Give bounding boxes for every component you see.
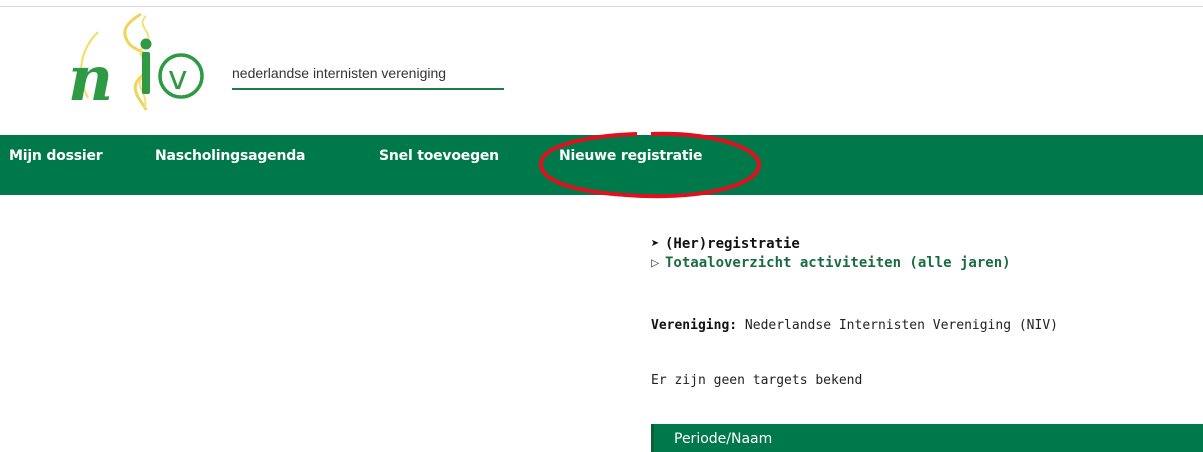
vereniging-value: Nederlandse Internisten Vereniging (NIV)	[744, 318, 1058, 333]
registration-panel: ➤ (Her)registratie ▷ Totaaloverzicht activ…	[651, 236, 1203, 274]
vereniging-label: Vereniging:	[651, 318, 738, 333]
column-header-periode-naam[interactable]: Periode/Naam	[674, 431, 772, 447]
logo-tagline: nederlandse internisten vereniging	[232, 65, 447, 81]
arrow-right-filled-icon: ➤	[651, 236, 660, 252]
link-totaaloverzicht[interactable]: ▷ Totaaloverzicht activiteiten (alle jare…	[651, 255, 1203, 274]
vereniging-info: Vereniging: Nederlandse Internisten Vere…	[651, 318, 1058, 333]
niv-logo[interactable]: n v nederlandse internisten vereniging	[58, 12, 518, 112]
nav-nieuwe-registratie[interactable]: Nieuwe registratie	[559, 148, 702, 164]
svg-text:n: n	[68, 42, 113, 112]
targets-message: Er zijn geen targets bekend	[651, 373, 863, 388]
table-header-accent	[651, 424, 654, 452]
nav-snel-toevoegen[interactable]: Snel toevoegen	[379, 148, 499, 164]
main-navbar: Mijn dossier Nascholingsagenda Snel toev…	[0, 135, 1203, 195]
nav-mijn-dossier[interactable]: Mijn dossier	[9, 148, 103, 164]
niv-logo-mark: n v	[68, 12, 204, 112]
nav-nascholingsagenda[interactable]: Nascholingsagenda	[155, 148, 306, 164]
link-herregistratie[interactable]: ➤ (Her)registratie	[651, 236, 1203, 255]
table-header: Periode/Naam	[651, 424, 1203, 452]
top-divider	[0, 6, 1203, 7]
tagline-underline	[232, 88, 504, 90]
arrow-right-outline-icon: ▷	[651, 255, 660, 271]
svg-text:v: v	[168, 58, 188, 97]
